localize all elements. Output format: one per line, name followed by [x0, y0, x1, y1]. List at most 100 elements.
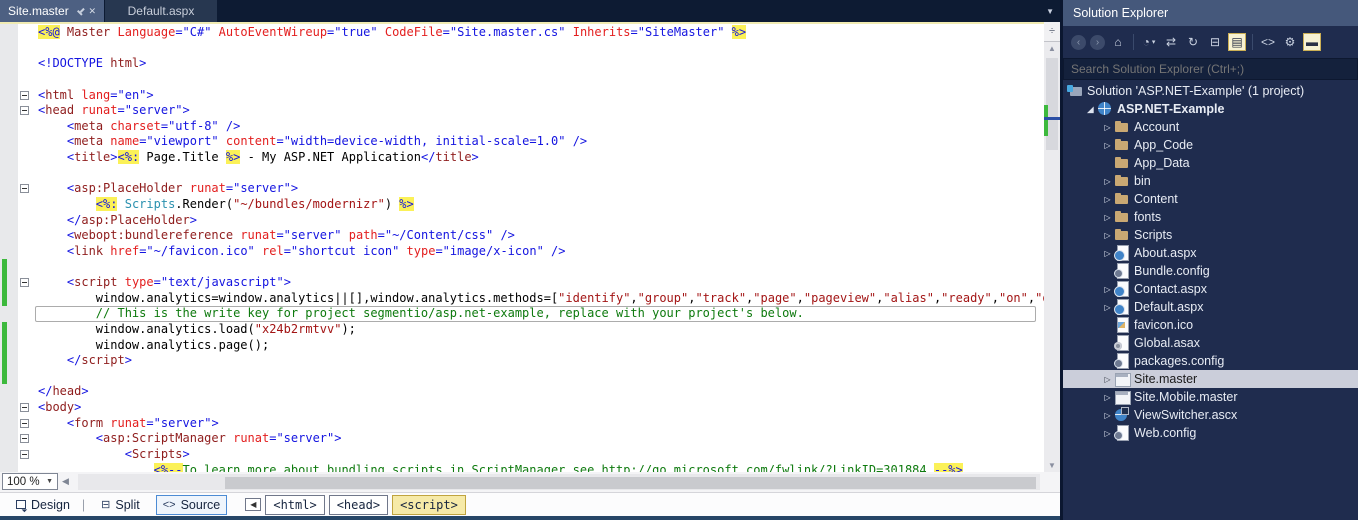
- design-view-button[interactable]: Design: [10, 496, 76, 514]
- fold-collapse-icon[interactable]: [20, 91, 29, 100]
- fold-collapse-icon[interactable]: [20, 184, 29, 193]
- horizontal-scroll-thumb[interactable]: [225, 477, 1036, 489]
- forward-icon[interactable]: ›: [1090, 35, 1105, 50]
- code-line-13[interactable]: </asp:PlaceHolder>: [0, 213, 1044, 229]
- code-line-1[interactable]: <%@ Master Language="C#" AutoEventWireup…: [0, 25, 1044, 41]
- collapsed-arrow-icon[interactable]: ▷: [1101, 123, 1114, 132]
- properties-icon[interactable]: ⚙: [1281, 33, 1299, 51]
- tree-item-fonts[interactable]: ▷fonts: [1063, 208, 1358, 226]
- tree-item-bin[interactable]: ▷bin: [1063, 172, 1358, 190]
- code-line-4[interactable]: [0, 72, 1044, 88]
- code-line-7[interactable]: <meta charset="utf-8" />: [0, 119, 1044, 135]
- tree-item-global-asax[interactable]: Global.asax: [1063, 334, 1358, 352]
- zoom-select[interactable]: 100 % ▼: [2, 473, 58, 490]
- fold-collapse-icon[interactable]: [20, 106, 29, 115]
- tree-item-site-master[interactable]: ▷Site.master: [1063, 370, 1358, 388]
- tree-item-scripts[interactable]: ▷Scripts: [1063, 226, 1358, 244]
- code-line-2[interactable]: [0, 41, 1044, 57]
- pin-icon[interactable]: [73, 5, 85, 17]
- breadcrumb-tag[interactable]: <head>: [329, 495, 388, 515]
- fold-collapse-icon[interactable]: [20, 278, 29, 287]
- view-code-icon[interactable]: <>: [1259, 33, 1277, 51]
- refresh-icon[interactable]: ↻: [1184, 33, 1202, 51]
- collapsed-arrow-icon[interactable]: ▷: [1101, 429, 1114, 438]
- tree-item-account[interactable]: ▷Account: [1063, 118, 1358, 136]
- code-line-20[interactable]: window.analytics.load("x24b2rmtvv");: [0, 322, 1044, 338]
- tab-default-aspx[interactable]: Default.aspx: [105, 0, 217, 22]
- code-line-22[interactable]: </script>: [0, 353, 1044, 369]
- tree-item-app-code[interactable]: ▷App_Code: [1063, 136, 1358, 154]
- collapsed-arrow-icon[interactable]: ▷: [1101, 375, 1114, 384]
- code-line-26[interactable]: <form runat="server">: [0, 416, 1044, 432]
- tab-site-master[interactable]: Site.master ✕: [0, 0, 104, 22]
- code-line-8[interactable]: <meta name="viewport" content="width=dev…: [0, 134, 1044, 150]
- code-line-17[interactable]: <script type="text/javascript">: [0, 275, 1044, 291]
- tree-item-solution-asp-net-example-1-project[interactable]: Solution 'ASP.NET-Example' (1 project): [1063, 82, 1358, 100]
- collapsed-arrow-icon[interactable]: ▷: [1101, 213, 1114, 222]
- show-all-files-icon[interactable]: ▤: [1228, 33, 1246, 51]
- code-line-9[interactable]: <title><%: Page.Title %> - My ASP.NET Ap…: [0, 150, 1044, 166]
- code-line-23[interactable]: [0, 369, 1044, 385]
- collapsed-arrow-icon[interactable]: ▷: [1101, 411, 1114, 420]
- code-line-29[interactable]: <%--To learn more about bundling scripts…: [0, 463, 1044, 473]
- fold-collapse-icon[interactable]: [20, 434, 29, 443]
- code-line-10[interactable]: [0, 166, 1044, 182]
- collapsed-arrow-icon[interactable]: ▷: [1101, 195, 1114, 204]
- home-icon[interactable]: ⌂: [1109, 33, 1127, 51]
- sync-with-active-document-icon[interactable]: ⇄: [1162, 33, 1180, 51]
- preview-selected-items-icon[interactable]: ▬: [1303, 33, 1321, 51]
- tree-item-packages-config[interactable]: packages.config: [1063, 352, 1358, 370]
- back-icon[interactable]: ‹: [1071, 35, 1086, 50]
- collapsed-arrow-icon[interactable]: ▷: [1101, 285, 1114, 294]
- code-line-6[interactable]: <head runat="server">: [0, 103, 1044, 119]
- collapsed-arrow-icon[interactable]: ▷: [1101, 231, 1114, 240]
- code-line-19[interactable]: // This is the write key for project seg…: [0, 306, 1044, 322]
- code-line-16[interactable]: [0, 259, 1044, 275]
- fold-collapse-icon[interactable]: [20, 450, 29, 459]
- code-line-15[interactable]: <link href="~/favicon.ico" rel="shortcut…: [0, 244, 1044, 260]
- code-editor[interactable]: <%@ Master Language="C#" AutoEventWireup…: [0, 22, 1044, 472]
- code-line-12[interactable]: <%: Scripts.Render("~/bundles/modernizr"…: [0, 197, 1044, 213]
- breadcrumb-back-button[interactable]: ◀: [245, 498, 261, 511]
- tree-item-content[interactable]: ▷Content: [1063, 190, 1358, 208]
- collapsed-arrow-icon[interactable]: ▷: [1101, 177, 1114, 186]
- collapsed-arrow-icon[interactable]: ▷: [1101, 141, 1114, 150]
- tree-item-app-data[interactable]: App_Data: [1063, 154, 1358, 172]
- collapsed-arrow-icon[interactable]: ▷: [1101, 393, 1114, 402]
- fold-collapse-icon[interactable]: [20, 403, 29, 412]
- code-line-27[interactable]: <asp:ScriptManager runat="server">: [0, 431, 1044, 447]
- breadcrumb-tag[interactable]: <html>: [265, 495, 324, 515]
- collapsed-arrow-icon[interactable]: ▷: [1101, 303, 1114, 312]
- horizontal-scrollbar[interactable]: [78, 474, 1040, 490]
- tree-item-favicon-ico[interactable]: favicon.ico: [1063, 316, 1358, 334]
- code-line-21[interactable]: window.analytics.page();: [0, 338, 1044, 354]
- tree-item-viewswitcher-ascx[interactable]: ▷ViewSwitcher.ascx: [1063, 406, 1358, 424]
- scroll-left-arrow-icon[interactable]: ◀: [62, 476, 69, 487]
- code-line-25[interactable]: <body>: [0, 400, 1044, 416]
- scroll-up-arrow-icon[interactable]: ▲: [1044, 44, 1060, 53]
- pending-changes-filter-icon[interactable]: ◔▾: [1140, 33, 1158, 51]
- code-line-5[interactable]: <html lang="en">: [0, 88, 1044, 104]
- tree-item-contact-aspx[interactable]: ▷Contact.aspx: [1063, 280, 1358, 298]
- tree-item-site-mobile-master[interactable]: ▷Site.Mobile.master: [1063, 388, 1358, 406]
- code-line-14[interactable]: <webopt:bundlereference runat="server" p…: [0, 228, 1044, 244]
- expanded-arrow-icon[interactable]: ◢: [1084, 105, 1097, 114]
- scroll-down-arrow-icon[interactable]: ▼: [1044, 461, 1060, 470]
- split-view-button[interactable]: ⊟ Split: [95, 496, 146, 514]
- splitter-gripper[interactable]: ÷: [1044, 22, 1060, 42]
- source-view-button[interactable]: <> Source: [156, 495, 227, 515]
- collapsed-arrow-icon[interactable]: ▷: [1101, 249, 1114, 258]
- document-list-chevron-icon[interactable]: ▼: [1046, 7, 1054, 16]
- fold-collapse-icon[interactable]: [20, 419, 29, 428]
- vertical-scrollbar[interactable]: ÷ ▲ ▼: [1044, 22, 1060, 472]
- close-icon[interactable]: ✕: [88, 6, 96, 17]
- code-line-11[interactable]: <asp:PlaceHolder runat="server">: [0, 181, 1044, 197]
- code-line-24[interactable]: </head>: [0, 384, 1044, 400]
- code-line-3[interactable]: <!DOCTYPE html>: [0, 56, 1044, 72]
- collapse-all-icon[interactable]: ⊟: [1206, 33, 1224, 51]
- tree-item-about-aspx[interactable]: ▷About.aspx: [1063, 244, 1358, 262]
- code-line-18[interactable]: window.analytics=window.analytics||[],wi…: [0, 291, 1044, 307]
- breadcrumb-tag-active[interactable]: <script>: [392, 495, 466, 515]
- tree-item-default-aspx[interactable]: ▷Default.aspx: [1063, 298, 1358, 316]
- search-input[interactable]: [1063, 58, 1358, 80]
